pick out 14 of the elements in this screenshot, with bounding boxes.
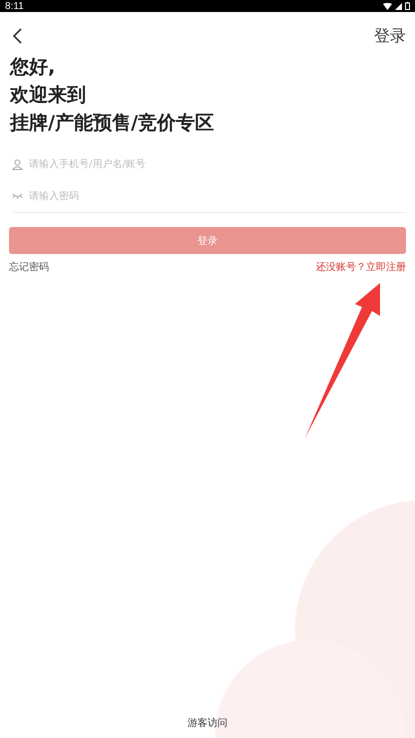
signal-icon [395, 2, 402, 10]
wifi-icon [383, 2, 392, 10]
battery-icon [405, 2, 410, 10]
greeting-text: 欢迎来到 [10, 84, 87, 106]
guest-access-link[interactable]: 游客访问 [188, 716, 228, 730]
user-icon [12, 158, 23, 170]
back-icon[interactable] [12, 28, 22, 44]
greeting-text: 您好, [10, 56, 56, 78]
login-nav-button[interactable]: 登录 [374, 26, 406, 46]
status-time: 8:11 [5, 0, 24, 12]
greeting-text: 挂牌/产能预售/竞价专区 [10, 112, 215, 134]
eye-closed-icon [12, 193, 23, 199]
forgot-password-link[interactable]: 忘记密码 [9, 260, 49, 274]
register-link[interactable]: 还没账号？立即注册 [316, 260, 406, 274]
